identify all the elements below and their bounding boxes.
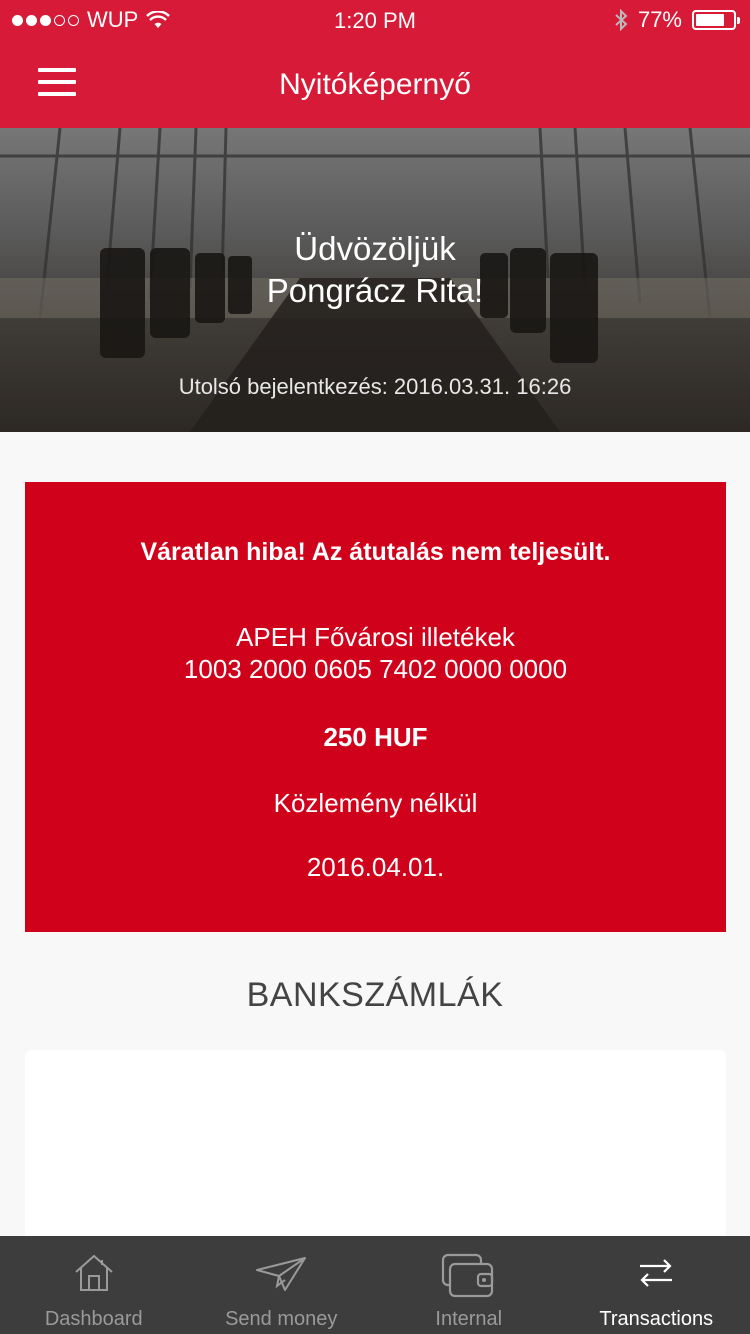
wallet-icon — [441, 1253, 493, 1298]
tab-label: Internal — [435, 1308, 503, 1330]
tab-internal[interactable]: Internal — [375, 1236, 563, 1334]
status-right: 77% — [614, 7, 740, 33]
bank-accounts-card[interactable] — [25, 1050, 726, 1250]
welcome-line: Üdvözöljük — [294, 230, 456, 267]
last-login-text: Utolsó bejelentkezés: 2016.03.31. 16:26 — [178, 374, 572, 399]
transfer-amount: 250 HUF — [323, 722, 428, 752]
status-bar: WUP 1:20 PM 77% — [0, 0, 750, 40]
tab-label: Dashboard — [44, 1308, 143, 1330]
welcome-message: Üdvözöljük Pongrácz Rita! — [0, 228, 750, 312]
account-number: 1003 2000 0605 7402 0000 0000 — [183, 654, 568, 684]
error-title: Váratlan hiba! Az átutalás nem teljesült… — [140, 538, 611, 566]
payee-name: APEH Fővárosi illetékek — [236, 622, 515, 652]
user-name: Pongrácz Rita! — [266, 272, 484, 309]
paper-plane-icon — [256, 1257, 307, 1291]
tab-send-money[interactable]: Send money — [188, 1236, 376, 1334]
transfer-error-card[interactable]: Váratlan hiba! Az átutalás nem teljesült… — [25, 482, 726, 932]
transfer-note: Közlemény nélkül — [273, 788, 478, 818]
bluetooth-icon — [615, 8, 628, 32]
tab-transactions[interactable]: Transactions — [563, 1236, 750, 1334]
home-icon — [75, 1254, 113, 1291]
transfer-arrows-icon — [640, 1259, 673, 1287]
battery-level — [696, 14, 724, 26]
battery-percent: 77% — [637, 7, 682, 32]
bank-accounts-heading: BANKSZÁMLÁK — [246, 976, 504, 1014]
page-title: Nyitóképernyő — [279, 68, 471, 101]
transfer-date: 2016.04.01. — [306, 852, 445, 882]
app-header: WUP 1:20 PM 77% Nyitóképernyő — [0, 0, 750, 128]
battery-icon — [692, 10, 740, 30]
hero-banner: Üdvözöljük Pongrácz Rita! Utolsó bejelen… — [0, 128, 750, 432]
tab-label: Send money — [225, 1308, 338, 1330]
tab-dashboard[interactable]: Dashboard — [0, 1236, 188, 1334]
bottom-tab-bar: Dashboard Send money Internal Transactio… — [0, 1236, 750, 1334]
tab-label: Transactions — [599, 1308, 714, 1330]
